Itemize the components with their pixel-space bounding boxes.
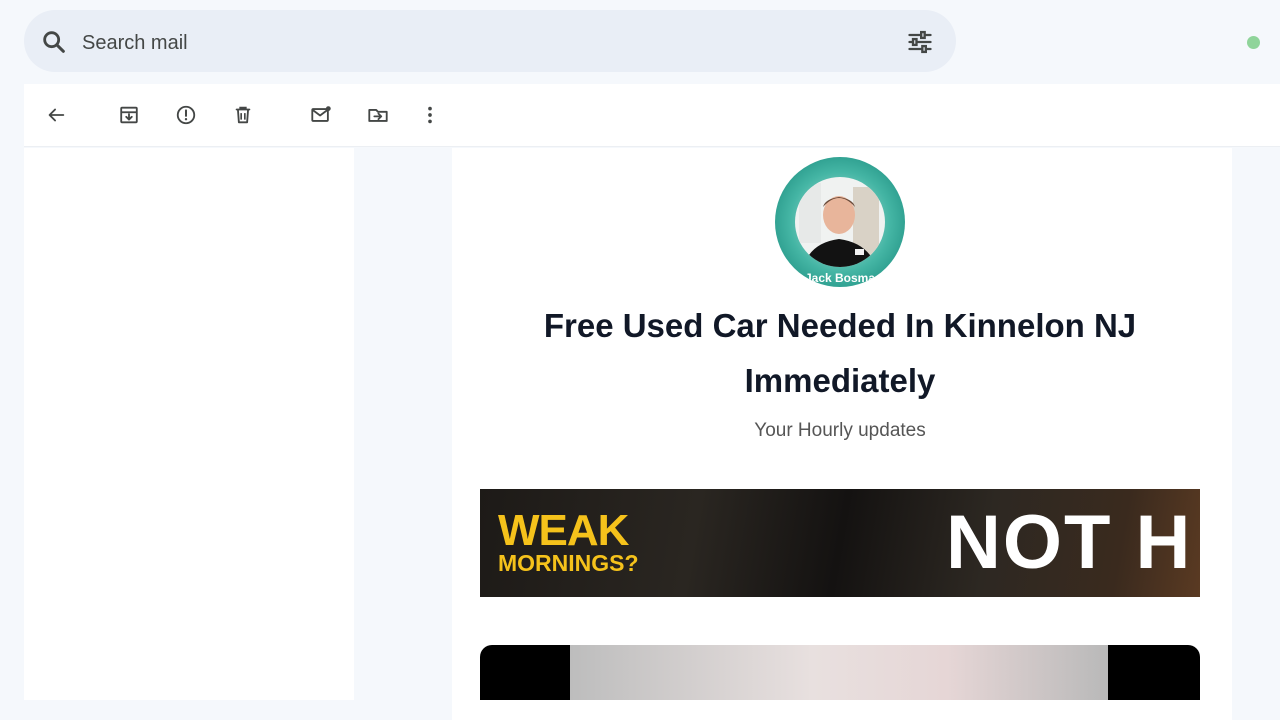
side-panel	[24, 148, 354, 700]
search-icon[interactable]	[40, 28, 68, 56]
sender-photo	[795, 177, 885, 267]
move-to-icon[interactable]	[367, 104, 389, 126]
more-options-icon[interactable]	[419, 104, 441, 126]
promo-banner[interactable]: WEAK MORNINGS? NOT H	[480, 489, 1200, 597]
report-spam-icon[interactable]	[175, 104, 197, 126]
person-photo-icon	[799, 183, 879, 267]
archive-icon[interactable]	[118, 104, 140, 126]
search-input[interactable]	[80, 27, 864, 59]
banner-headline: WEAK	[498, 506, 629, 555]
video-thumbnail[interactable]	[480, 645, 1200, 700]
back-arrow-icon[interactable]	[45, 104, 67, 126]
delete-icon[interactable]	[232, 104, 254, 126]
banner-right-text: NOT H	[946, 500, 1193, 585]
mark-unread-icon[interactable]	[310, 104, 332, 126]
search-options-icon[interactable]	[906, 28, 934, 56]
avatar-caption: Jack Bosma	[804, 271, 876, 285]
email-subtitle: Your Hourly updates	[754, 420, 926, 441]
status-indicator	[1247, 36, 1260, 49]
sender-avatar: Jack Bosma	[775, 157, 905, 287]
email-title: Free Used Car Needed In Kinnelon NJ Imme…	[543, 307, 1137, 399]
banner-subheadline: MORNINGS?	[498, 550, 639, 576]
message-toolbar	[24, 84, 1280, 147]
video-preview-image	[570, 645, 1108, 700]
